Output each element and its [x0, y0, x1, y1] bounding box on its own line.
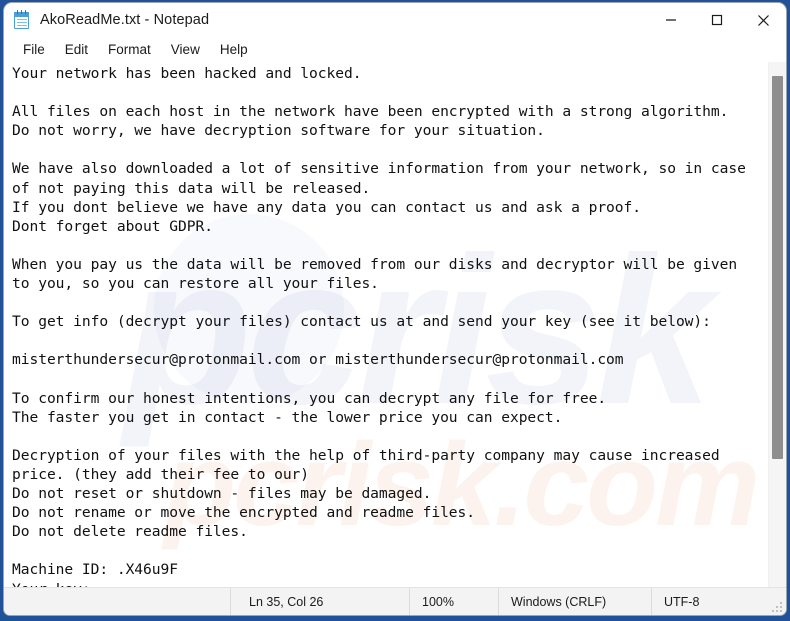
minimize-icon [666, 19, 676, 21]
status-line-ending[interactable]: Windows (CRLF) [499, 588, 651, 615]
titlebar-left: AkoReadMe.txt - Notepad [4, 10, 648, 30]
window-controls [648, 3, 786, 37]
scrollbar-thumb[interactable] [772, 76, 783, 459]
status-bar: Ln 35, Col 26 100% Windows (CRLF) UTF-8 [4, 587, 786, 615]
menu-item-file[interactable]: File [13, 39, 55, 60]
text-editor[interactable]: pcrisk pcrisk.com Your network has been … [4, 62, 768, 587]
status-zoom-level[interactable]: 100% [410, 588, 498, 615]
status-encoding[interactable]: UTF-8 [652, 588, 786, 615]
ransom-note-text[interactable]: Your network has been hacked and locked.… [9, 62, 768, 587]
menu-bar: File Edit Format View Help [4, 37, 786, 62]
editor-area: pcrisk pcrisk.com Your network has been … [4, 62, 786, 587]
menu-item-help[interactable]: Help [210, 39, 258, 60]
window-title: AkoReadMe.txt - Notepad [40, 12, 210, 28]
desktop-background: AkoReadMe.txt - Notepad File Edit Format… [0, 0, 790, 621]
maximize-icon [711, 14, 723, 26]
vertical-scrollbar[interactable] [768, 62, 786, 587]
notepad-window: AkoReadMe.txt - Notepad File Edit Format… [4, 3, 786, 615]
status-line-column: Ln 35, Col 26 [249, 594, 324, 609]
resize-grip-icon[interactable] [770, 600, 782, 612]
close-button[interactable] [740, 3, 786, 37]
menu-item-view[interactable]: View [161, 39, 210, 60]
close-icon [757, 14, 769, 26]
maximize-button[interactable] [694, 3, 740, 37]
notepad-icon [13, 10, 31, 30]
window-titlebar[interactable]: AkoReadMe.txt - Notepad [4, 3, 786, 37]
minimize-button[interactable] [648, 3, 694, 37]
menu-item-edit[interactable]: Edit [55, 39, 98, 60]
menu-item-format[interactable]: Format [98, 39, 161, 60]
